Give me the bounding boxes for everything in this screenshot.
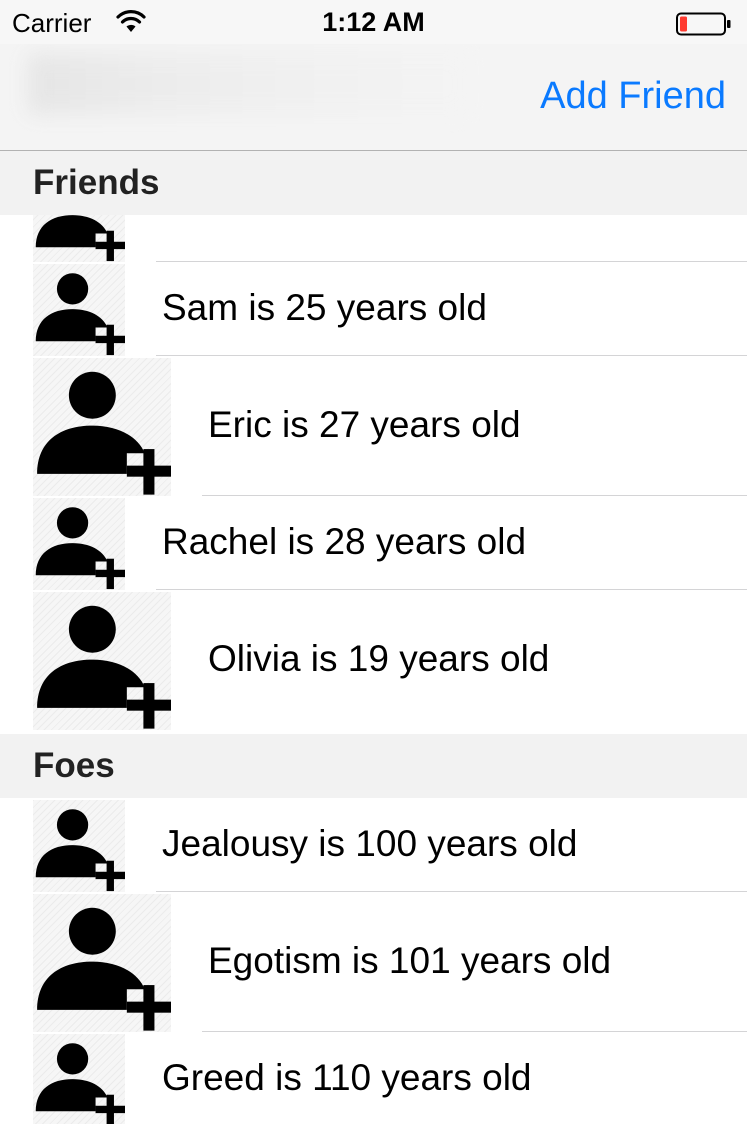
add-user-icon [33,800,125,892]
add-friend-button[interactable]: Add Friend [540,75,726,118]
row-label: Greed is 110 years old [162,1057,532,1098]
table-row[interactable]: Egotism is 101 years old [0,892,747,1032]
table-row[interactable]: Greed is 110 years old [0,1032,747,1124]
row-label: Eric is 27 years old [208,404,521,445]
row-label: Olivia is 19 years old [208,638,550,679]
table-row[interactable]: Olivia is 19 years old [0,590,747,730]
add-user-icon [33,215,125,262]
add-user-icon [33,1034,125,1124]
battery-icon [676,12,732,36]
add-user-icon [33,498,125,590]
table-row[interactable]: Jealousy is 100 years old [0,798,747,892]
add-user-icon [33,592,171,730]
row-label: Egotism is 101 years old [208,940,612,981]
table-row[interactable] [0,215,747,262]
status-bar: Carrier 1:12 AM [0,0,747,44]
row-label: Jealousy is 100 years old [162,823,578,864]
table-row[interactable]: Sam is 25 years old [0,262,747,356]
add-user-icon [33,894,171,1032]
row-label: Rachel is 28 years old [162,521,527,562]
row-label: Sam is 25 years old [162,287,487,328]
section-title: Foes [33,746,115,785]
friends-table[interactable]: Friends Sam is 25 years old Eric is 27 y… [0,151,747,1124]
table-row[interactable]: Eric is 27 years old [0,356,747,496]
status-time: 1:12 AM [322,7,425,37]
add-user-icon [33,358,171,496]
add-user-icon [33,264,125,356]
section-header-foes: Foes [0,734,747,798]
section-title: Friends [33,163,160,202]
navigation-bar: Add Friend [0,44,747,151]
nav-title-blur [28,54,468,114]
table-row[interactable]: Rachel is 28 years old [0,496,747,590]
section-header-friends: Friends [0,151,747,215]
